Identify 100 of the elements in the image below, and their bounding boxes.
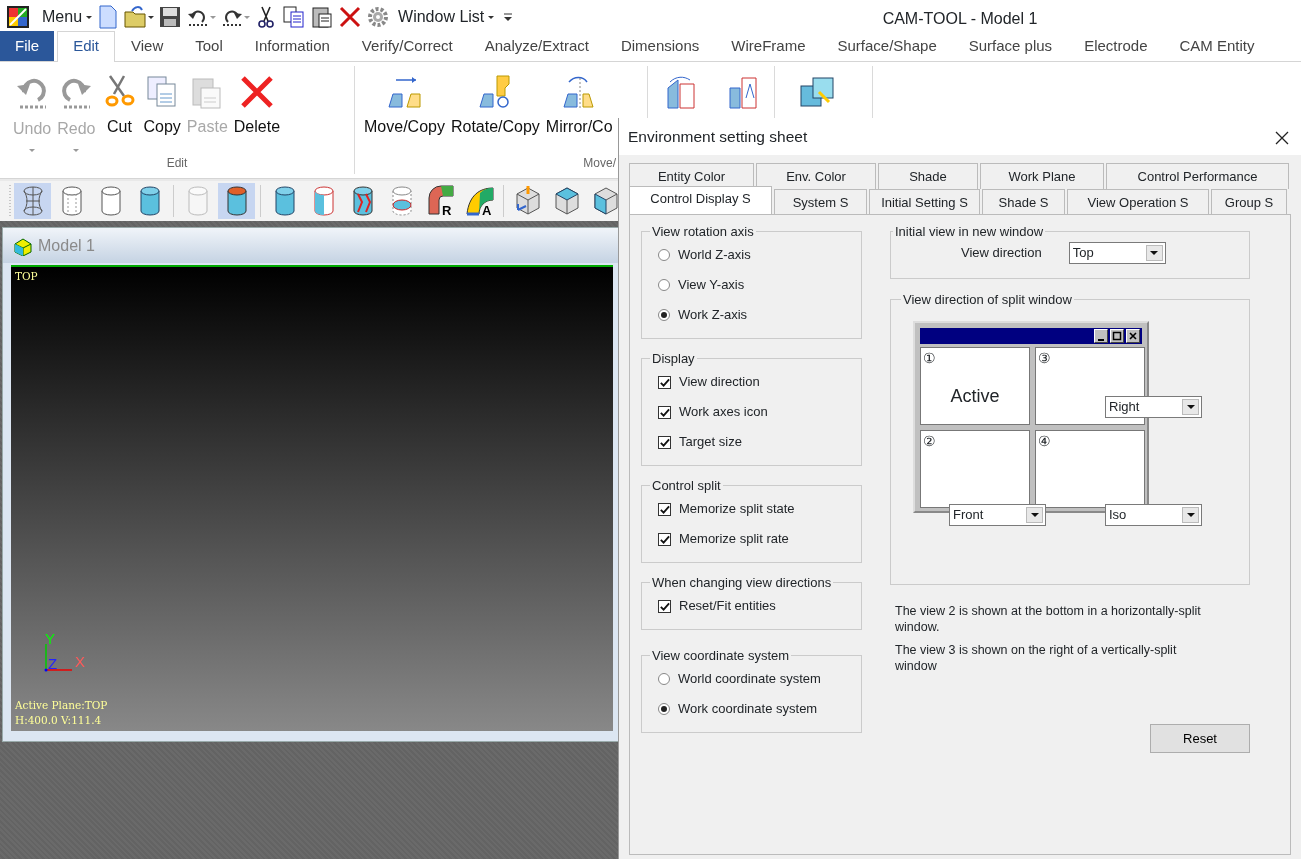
save-icon[interactable] [158,5,183,29]
gear-icon[interactable] [366,5,391,29]
pane-number: ② [923,433,936,449]
radio-button[interactable] [658,249,670,261]
note-text: The view 3 is shown on the right of a vertically-split window [895,641,1178,674]
field-label: View direction [961,244,1042,263]
toolbar-button[interactable] [14,183,51,219]
option-label: View Y-axis [678,276,745,295]
radio-button[interactable] [658,673,670,685]
status-text: H:400.0 V:111.4 [15,713,103,729]
radio-button[interactable] [658,309,670,321]
rotate-copy-button[interactable]: Rotate/Copy [447,66,543,154]
clipboard-icon[interactable] [310,5,335,29]
check-icon [659,406,670,418]
check-icon [659,503,670,515]
dialog-tab[interactable]: Entity Color [629,163,754,189]
axis-label: Y [45,633,55,647]
toolbar-grip[interactable] [8,184,12,218]
dialog-tab[interactable]: Control Performance [1106,163,1289,189]
axis-label: Z [48,654,58,672]
ribbon-tab[interactable]: Electrode [1068,30,1164,61]
dialog-tab[interactable]: Env. Color [756,163,876,189]
dialog-tab[interactable]: Group S [1211,188,1287,214]
menu-button[interactable]: Menu [42,5,93,29]
move-shape-icon [386,74,423,110]
dropdown[interactable]: Top [1068,242,1166,264]
option-label: Reset/Fit entities [679,597,776,616]
view-dropdown[interactable]: Right [1105,396,1202,418]
option-label: Work coordinate system [678,700,818,719]
caret-icon [86,15,93,19]
ribbon-tab[interactable]: WireFrame [715,30,822,61]
group-title: View direction of split window [902,293,1073,306]
caret-icon[interactable] [148,15,155,19]
overflow-icon[interactable] [504,13,513,21]
window-title: CAM-TOOL - Model 1 [881,9,1039,29]
ribbon-tab[interactable]: Dimensions [604,30,716,61]
ribbon-tab[interactable]: Information [238,30,346,61]
group-title: Initial view in new window [894,225,1045,238]
move-copy-button[interactable]: Move/Copy [361,66,448,154]
axes-icon [44,642,73,671]
windows-icon[interactable] [799,74,837,110]
caret-icon [1150,251,1159,255]
delete-icon[interactable] [338,5,363,29]
check-icon [659,376,670,388]
mirror-copy-button[interactable]: Mirror/Co [542,66,616,154]
option-label: Memorize split state [679,500,795,519]
copy-button[interactable]: Copy [140,66,184,154]
group-title: View coordinate system [651,649,791,662]
group-title: Control split [651,479,722,492]
option-label: World coordinate system [678,670,821,689]
check-icon [659,436,670,448]
ribbon-tab[interactable]: Verify/Correct [345,30,469,61]
dialog-tab[interactable]: Shade [878,163,978,189]
note-text: The view 2 is shown at the bottom in a horizontally-split window. [895,603,1202,636]
app-logo-icon[interactable] [6,5,30,29]
ribbon-tab[interactable]: Tool [179,30,239,61]
dialog-tab[interactable]: Work Plane [980,163,1104,189]
group-label: Edit [165,155,189,172]
status-text: Active Plane:TOP [15,697,109,713]
group-title: Display [651,352,696,365]
axis-label: X [75,652,85,670]
checkbox[interactable] [658,405,671,419]
dialog-tab[interactable]: Shade S [982,188,1065,214]
dialog-tab[interactable]: System S [774,188,867,214]
window-list-button[interactable]: Window List [398,5,495,29]
view-dropdown[interactable]: Front [949,504,1046,526]
checkbox[interactable] [658,502,671,516]
delete-button[interactable]: Delete [230,66,284,154]
view-label: TOP [15,269,39,284]
option-label: Target size [679,433,742,452]
checkbox[interactable] [658,435,671,449]
ribbon-tab[interactable]: View [115,30,180,61]
ribbon-tab[interactable]: Edit [57,30,116,62]
caret-icon [488,15,495,19]
close-icon [1275,130,1289,145]
radio-button[interactable] [658,279,670,291]
cut-button[interactable]: Cut [98,66,141,154]
file-menu-button[interactable]: File [0,30,55,61]
radio-button[interactable] [658,703,670,715]
option-label: Work Z-axis [678,306,748,325]
reset-button[interactable]: Reset [1150,724,1250,753]
option-label: Work axes icon [679,403,768,422]
checkbox[interactable] [658,532,671,546]
dialog-tab[interactable]: View Operation S [1067,188,1209,214]
dialog-tab[interactable]: Initial Setting S [869,188,980,214]
ribbon-tab[interactable]: Surface/Shape [821,30,953,61]
maximize-icon [1112,331,1122,341]
ribbon-tab[interactable]: CAM Entity [1163,30,1271,61]
group-title: When changing view directions [651,576,833,589]
folder-icon[interactable] [124,5,149,29]
view-dropdown[interactable]: Iso [1105,504,1202,526]
checkbox[interactable] [658,375,671,389]
close-icon [1128,331,1138,341]
viewport[interactable]: TOP Y Z X Active Plane:TOP H:400.0 V:111.4 [11,265,613,731]
dialog-title: Environment setting sheet [628,126,808,147]
toolbar-button[interactable] [218,183,255,219]
dialog-tab[interactable]: Control Display S [629,185,772,214]
ribbon-tab[interactable]: Surface plus [952,30,1069,61]
checkbox[interactable] [658,599,671,613]
ribbon-tab[interactable]: Analyze/Extract [468,30,605,61]
